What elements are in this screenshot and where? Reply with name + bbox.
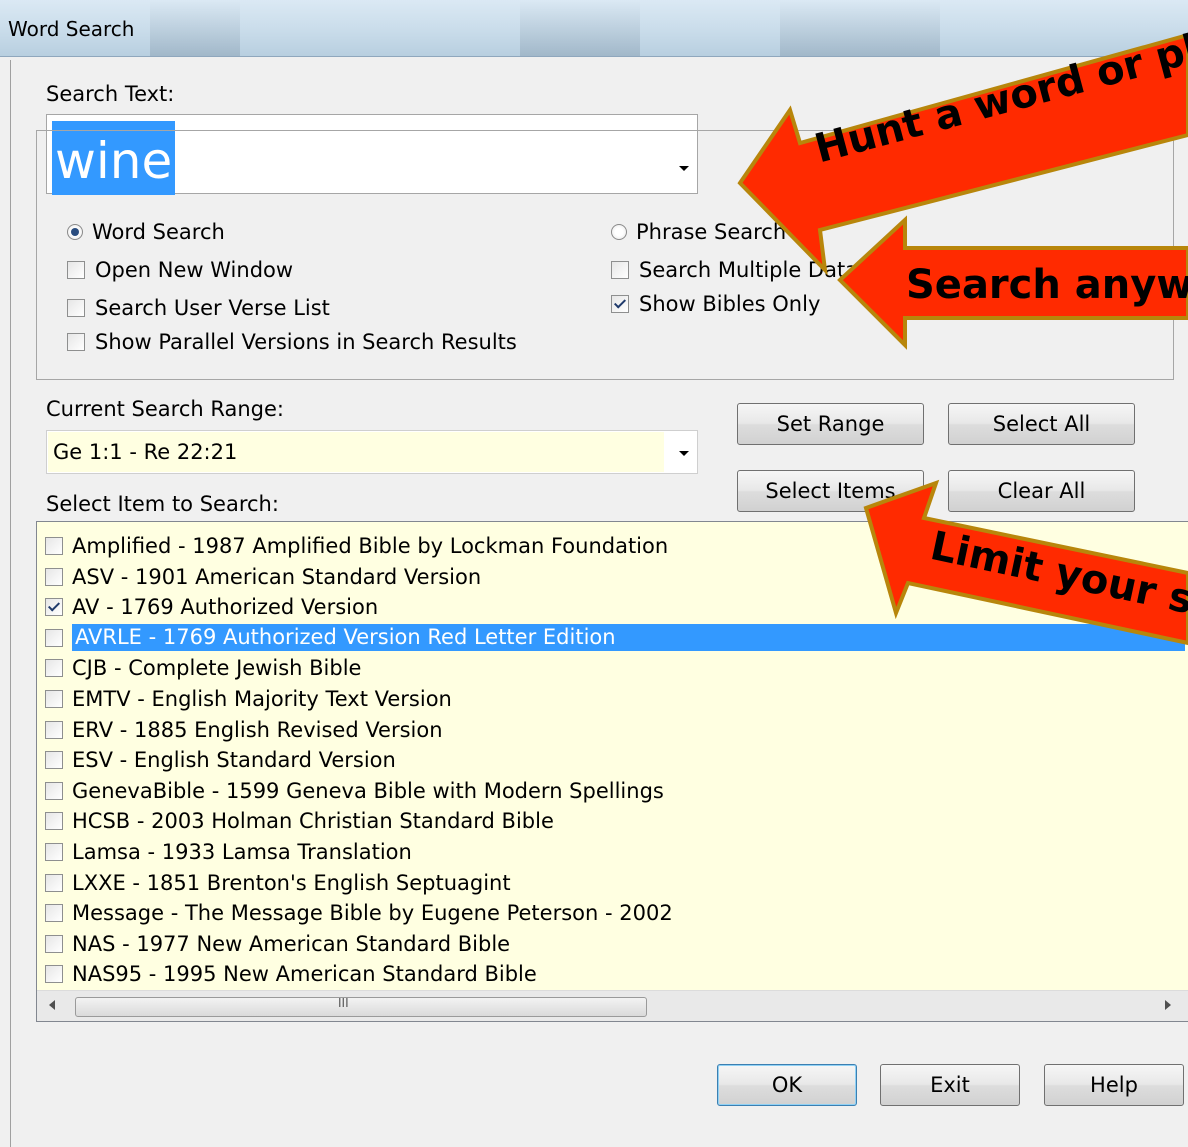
show-bibles-only-checkbox[interactable]: Show Bibles Only	[611, 292, 820, 316]
checkbox-icon[interactable]	[67, 333, 85, 351]
list-item[interactable]: GenevaBible - 1599 Geneva Bible with Mod…	[45, 776, 664, 806]
list-item-label: LXXE - 1851 Brenton's English Septuagint	[72, 870, 511, 895]
scrollbar-thumb[interactable]: III	[75, 996, 647, 1017]
checkbox-icon[interactable]	[45, 934, 63, 953]
scroll-grip: III	[338, 996, 349, 1010]
list-item-label: ASV - 1901 American Standard Version	[72, 564, 482, 589]
search-range-combo[interactable]: Ge 1:1 - Re 22:21	[46, 430, 698, 474]
checkbox-icon[interactable]	[67, 299, 85, 317]
checkbox-icon[interactable]	[45, 843, 63, 861]
list-item-label: CJB - Complete Jewish Bible	[72, 656, 362, 681]
scroll-right-icon[interactable]	[1165, 1000, 1171, 1010]
list-item[interactable]: Amplified - 1987 Amplified Bible by Lock…	[45, 531, 668, 561]
list-item[interactable]: Message - The Message Bible by Eugene Pe…	[45, 898, 673, 928]
callout-search-arrow: Search anyw	[837, 215, 1188, 350]
show-parallel-checkbox[interactable]: Show Parallel Versions in Search Results	[67, 330, 517, 354]
list-item-label: HCSB - 2003 Holman Christian Standard Bi…	[72, 809, 554, 834]
select-all-button[interactable]: Select All	[948, 403, 1135, 445]
search-text-label: Search Text:	[46, 82, 175, 106]
callout-limit-arrow: Limit your s	[863, 478, 1188, 646]
radio-selected-icon[interactable]	[67, 224, 83, 240]
checkbox-icon[interactable]	[45, 965, 63, 984]
help-button[interactable]: Help	[1044, 1064, 1184, 1106]
list-item-label: Amplified - 1987 Amplified Bible by Lock…	[72, 534, 669, 558]
checkbox-icon[interactable]	[45, 690, 63, 708]
list-item[interactable]: ESV - English Standard Version	[45, 745, 396, 775]
exit-button[interactable]: Exit	[880, 1064, 1020, 1106]
checkbox-icon[interactable]	[45, 751, 63, 770]
list-item[interactable]: EMTV - English Majority Text Version	[45, 684, 452, 714]
chevron-down-icon[interactable]	[679, 451, 689, 456]
search-user-verse-list-checkbox[interactable]: Search User Verse List	[67, 296, 330, 320]
list-item[interactable]: ERV - 1885 English Revised Version	[45, 715, 443, 745]
search-range-value[interactable]: Ge 1:1 - Re 22:21	[48, 432, 664, 472]
callout-hunt-arrow: Hunt a word or ph	[737, 22, 1188, 276]
list-item[interactable]: ASV - 1901 American Standard Version	[45, 562, 481, 592]
list-item-label: GenevaBible - 1599 Geneva Bible with Mod…	[72, 778, 664, 803]
checkbox-icon[interactable]	[45, 904, 63, 923]
checkbox-icon[interactable]	[45, 567, 63, 586]
radio-icon[interactable]	[611, 224, 627, 240]
checkbox-icon[interactable]	[45, 537, 63, 555]
list-item[interactable]: AV - 1769 Authorized Version	[45, 592, 378, 622]
open-new-window-checkbox[interactable]: Open New Window	[67, 258, 293, 282]
horizontal-scrollbar[interactable]: III	[37, 990, 1188, 1021]
word-search-radio[interactable]: Word Search	[67, 220, 225, 244]
list-item[interactable]: NAS95 - 1995 New American Standard Bible	[45, 959, 537, 989]
ok-button[interactable]: OK	[717, 1064, 857, 1106]
checkbox-icon[interactable]	[45, 659, 63, 678]
list-item-label: Lamsa - 1933 Lamsa Translation	[72, 840, 412, 864]
checkbox-icon[interactable]	[45, 781, 63, 800]
list-item[interactable]: HCSB - 2003 Holman Christian Standard Bi…	[45, 806, 554, 836]
list-item-label: NAS95 - 1995 New American Standard Bible	[72, 962, 537, 987]
checkbox-icon[interactable]	[45, 720, 63, 739]
window-title: Word Search	[8, 17, 135, 41]
checkbox-icon[interactable]	[45, 873, 63, 892]
list-item-label: ERV - 1885 English Revised Version	[72, 717, 443, 742]
checkbox-checked-icon[interactable]	[45, 598, 63, 617]
list-item-label: EMTV - English Majority Text Version	[72, 687, 452, 711]
checkbox-checked-icon[interactable]	[611, 295, 629, 313]
list-item[interactable]: Lamsa - 1933 Lamsa Translation	[45, 837, 412, 867]
callout-search-text: Search anyw	[906, 262, 1188, 308]
list-item[interactable]: LXXE - 1851 Brenton's English Septuagint	[45, 868, 511, 898]
checkbox-icon[interactable]	[45, 628, 63, 647]
title-bar-glass	[520, 0, 640, 56]
checkbox-icon[interactable]	[45, 812, 63, 831]
scroll-left-icon[interactable]	[49, 1000, 55, 1010]
list-item-label: AV - 1769 Authorized Version	[72, 595, 379, 620]
list-item[interactable]: NAS - 1977 New American Standard Bible	[45, 929, 510, 959]
search-range-label: Current Search Range:	[46, 397, 285, 421]
title-bar-glass	[150, 0, 240, 56]
checkbox-icon[interactable]	[67, 261, 85, 279]
list-item[interactable]: CJB - Complete Jewish Bible	[45, 653, 361, 683]
checkbox-icon[interactable]	[611, 261, 629, 279]
set-range-button[interactable]: Set Range	[737, 403, 924, 445]
list-item-label: Message - The Message Bible by Eugene Pe…	[72, 901, 673, 926]
list-item-label: NAS - 1977 New American Standard Bible	[72, 931, 511, 956]
select-item-label: Select Item to Search:	[46, 492, 279, 516]
list-item-label: ESV - English Standard Version	[72, 748, 396, 773]
